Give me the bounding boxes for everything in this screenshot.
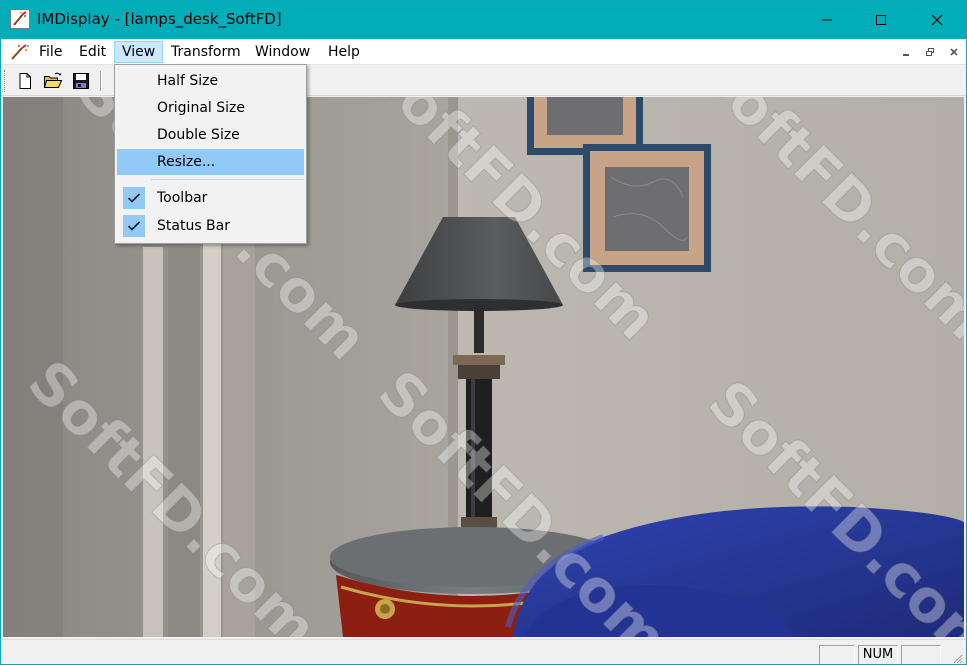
menu-window[interactable]: Window bbox=[248, 41, 317, 63]
restore-icon bbox=[926, 48, 934, 56]
status-num-indicator: NUM bbox=[858, 645, 898, 664]
menu-item-label: Resize... bbox=[157, 154, 216, 170]
open-icon bbox=[43, 72, 63, 88]
minimize-icon bbox=[822, 19, 832, 21]
menu-item-toolbar[interactable]: Toolbar bbox=[117, 185, 304, 211]
toolbar-separator bbox=[100, 71, 102, 91]
menu-item-half-size[interactable]: Half Size bbox=[117, 68, 304, 94]
status-bar: NUM bbox=[1, 639, 966, 664]
menu-separator bbox=[151, 179, 304, 180]
menu-item-double-size[interactable]: Double Size bbox=[117, 122, 304, 148]
menu-item-label: Status Bar bbox=[157, 218, 231, 234]
menu-edit[interactable]: Edit bbox=[72, 41, 113, 63]
new-icon bbox=[19, 73, 31, 89]
menu-help[interactable]: Help bbox=[321, 41, 367, 63]
window-title: IMDisplay - [lamps_desk_SoftFD] bbox=[37, 10, 282, 28]
app-icon[interactable] bbox=[10, 9, 30, 29]
save-button[interactable] bbox=[69, 69, 93, 93]
menu-item-original-size[interactable]: Original Size bbox=[117, 95, 304, 121]
menu-view[interactable]: View bbox=[114, 41, 164, 63]
check-icon bbox=[123, 187, 145, 209]
toolbar-grip[interactable] bbox=[4, 70, 7, 92]
maximize-button[interactable] bbox=[858, 1, 904, 39]
title-bar[interactable]: IMDisplay - [lamps_desk_SoftFD] bbox=[1, 1, 966, 39]
minimize-button[interactable] bbox=[804, 1, 850, 39]
status-pane-scroll bbox=[901, 645, 941, 664]
open-button[interactable] bbox=[41, 69, 65, 93]
mdi-minimize-button[interactable] bbox=[897, 44, 915, 60]
new-button[interactable] bbox=[13, 69, 37, 93]
status-pane-caps bbox=[819, 645, 855, 664]
save-icon bbox=[73, 73, 89, 89]
menu-item-label: Toolbar bbox=[157, 190, 208, 206]
document-icon[interactable] bbox=[9, 43, 31, 61]
menu-file[interactable]: File bbox=[32, 41, 69, 63]
view-menu-dropdown: Half Size Original Size Double Size Resi… bbox=[114, 64, 307, 244]
menu-item-resize[interactable]: Resize... bbox=[117, 149, 304, 175]
app-window: IMDisplay - [lamps_desk_SoftFD] File Edi… bbox=[0, 0, 967, 665]
menu-item-label: Double Size bbox=[157, 127, 240, 143]
close-button[interactable] bbox=[914, 1, 960, 39]
maximize-icon bbox=[876, 15, 886, 25]
mdi-close-button[interactable] bbox=[945, 44, 963, 60]
menu-item-status-bar[interactable]: Status Bar bbox=[117, 213, 304, 239]
close-icon bbox=[931, 14, 943, 26]
menu-item-label: Half Size bbox=[157, 73, 219, 89]
resize-grip-icon[interactable] bbox=[951, 652, 963, 664]
menu-transform[interactable]: Transform bbox=[164, 41, 248, 63]
menu-bar: File Edit View Transform Window Help bbox=[1, 39, 966, 65]
check-icon bbox=[123, 215, 145, 237]
menu-item-label: Original Size bbox=[157, 100, 245, 116]
mdi-restore-button[interactable] bbox=[921, 44, 939, 60]
minimize-icon bbox=[903, 54, 909, 56]
close-icon bbox=[950, 48, 958, 56]
